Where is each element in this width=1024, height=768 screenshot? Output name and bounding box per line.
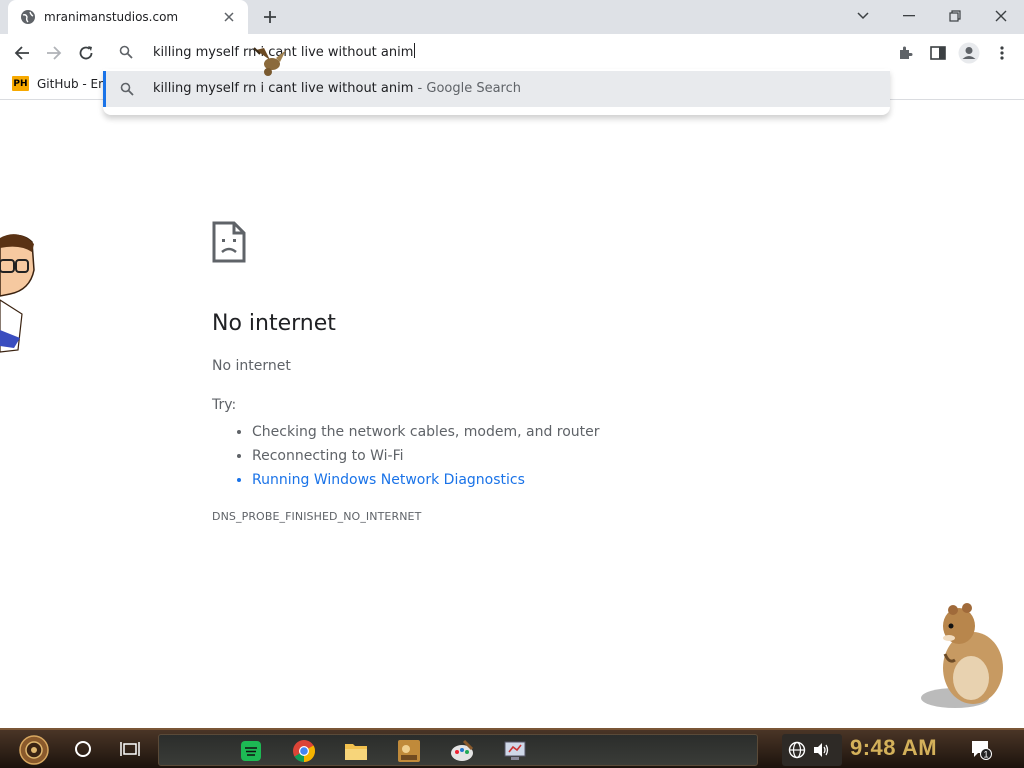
profile-avatar-icon[interactable] bbox=[957, 42, 981, 64]
sad-page-icon bbox=[212, 221, 246, 263]
extensions-icon[interactable] bbox=[894, 42, 918, 64]
forward-icon[interactable] bbox=[41, 40, 67, 66]
back-icon[interactable] bbox=[9, 40, 35, 66]
side-panel-icon[interactable] bbox=[926, 42, 950, 64]
steampunk-gear-icon bbox=[19, 735, 49, 765]
address-bar[interactable]: killing myself rn i cant live without an… bbox=[103, 36, 890, 69]
hamster-mascot-icon bbox=[921, 603, 1003, 708]
reload-icon[interactable] bbox=[73, 40, 99, 66]
network-diagnostics-link[interactable]: Running Windows Network Diagnostics bbox=[252, 468, 600, 492]
search-suggestion[interactable]: killing myself rn i cant live without an… bbox=[103, 71, 890, 107]
globe-icon bbox=[21, 10, 35, 24]
list-item: Reconnecting to Wi-Fi bbox=[252, 444, 600, 468]
spotify-icon[interactable] bbox=[238, 738, 264, 764]
list-item: Checking the network cables, modem, and … bbox=[252, 420, 600, 444]
paint-icon[interactable] bbox=[449, 738, 475, 764]
close-window-icon[interactable] bbox=[983, 4, 1019, 28]
search-icon bbox=[120, 82, 134, 96]
chrome-menu-icon[interactable] bbox=[990, 42, 1014, 64]
error-subtitle: No internet bbox=[212, 358, 291, 374]
start-button[interactable] bbox=[14, 733, 54, 767]
error-code: DNS_PROBE_FINISHED_NO_INTERNET bbox=[212, 510, 422, 523]
bookmark-favicon-icon: PH bbox=[12, 76, 29, 91]
tab-search-chevron-icon[interactable] bbox=[845, 4, 881, 28]
taskbar: 9:48 AM 1 bbox=[0, 728, 1024, 768]
bookmark-github[interactable]: PH GitHub - En bbox=[12, 76, 106, 91]
taskbar-clock[interactable]: 9:48 AM bbox=[850, 735, 937, 761]
search-icon bbox=[119, 45, 133, 59]
troubleshoot-list: Checking the network cables, modem, and … bbox=[212, 420, 600, 492]
try-label: Try: bbox=[212, 397, 237, 413]
task-view-icon[interactable] bbox=[117, 736, 143, 762]
system-tray bbox=[782, 734, 842, 766]
minimize-icon[interactable] bbox=[891, 4, 927, 28]
error-title: No internet bbox=[212, 311, 336, 336]
browser-tab[interactable]: mranimanstudios.com bbox=[8, 0, 248, 34]
cartoon-character-icon bbox=[0, 234, 35, 353]
file-explorer-icon[interactable] bbox=[343, 738, 369, 764]
notification-center-icon[interactable]: 1 bbox=[970, 738, 992, 760]
chrome-icon[interactable] bbox=[291, 738, 317, 764]
bookmark-label: GitHub - En bbox=[37, 76, 106, 91]
tab-title: mranimanstudios.com bbox=[44, 10, 179, 24]
remote-desktop-icon[interactable] bbox=[502, 738, 528, 764]
taskbar-app-panel bbox=[158, 734, 758, 766]
restore-icon[interactable] bbox=[937, 4, 973, 28]
volume-icon[interactable] bbox=[812, 741, 830, 759]
tab-strip: mranimanstudios.com bbox=[0, 0, 1024, 34]
omnibox-dropdown: killing myself rn i cant live without an… bbox=[103, 69, 890, 115]
close-tab-icon[interactable] bbox=[220, 8, 238, 26]
network-globe-icon[interactable] bbox=[788, 741, 806, 759]
bird-cursor-icon bbox=[253, 47, 286, 76]
cortana-icon[interactable] bbox=[70, 736, 96, 762]
new-tab-icon[interactable] bbox=[258, 6, 282, 28]
game-box-icon[interactable] bbox=[396, 738, 422, 764]
suggestion-text: killing myself rn i cant live without an… bbox=[153, 81, 522, 96]
notification-count: 1 bbox=[983, 750, 988, 760]
